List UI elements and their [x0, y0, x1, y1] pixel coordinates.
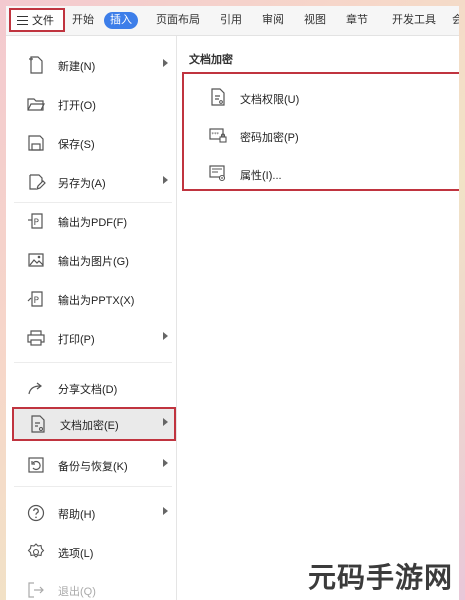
menu-item-label: 输出为PDF(F): [58, 217, 128, 229]
tab-developer[interactable]: 开发工具: [392, 12, 436, 29]
ribbon-tab-bar: 文件 开始 插入 页面布局 引用 审阅 视图 章节 开发工具 会: [6, 6, 459, 36]
menu-item-label: 帮助(H): [58, 509, 96, 521]
menu-item-new[interactable]: 新建(N): [6, 48, 176, 82]
folder-open-icon: [27, 98, 45, 111]
document-encrypt-icon: [31, 415, 45, 433]
save-icon: [28, 135, 44, 151]
settings-icon: [27, 543, 45, 558]
svg-text:***: ***: [212, 132, 220, 138]
print-icon: [27, 330, 45, 346]
tab-page-layout[interactable]: 页面布局: [156, 12, 200, 29]
menu-divider: [14, 202, 172, 203]
menu-item-label: 打开(O): [58, 100, 96, 112]
tab-chapter[interactable]: 章节: [346, 12, 368, 29]
menu-item-label: 输出为图片(G): [58, 256, 129, 268]
tab-insert[interactable]: 插入: [104, 12, 138, 29]
share-icon: [28, 382, 42, 395]
svg-text:P: P: [34, 218, 40, 228]
file-menu-button[interactable]: 文件: [9, 8, 65, 32]
menu-item-label: 分享文档(D): [58, 384, 118, 396]
properties-icon: [209, 165, 226, 182]
save-as-icon: [29, 174, 46, 190]
chevron-right-icon: [163, 332, 168, 340]
menu-item-save-as[interactable]: 另存为(A): [6, 165, 176, 199]
export-pptx-icon: P: [27, 291, 43, 307]
menu-item-backup-restore[interactable]: 备份与恢复(K): [6, 448, 176, 482]
menu-item-options[interactable]: 选项(L): [6, 535, 176, 569]
menu-item-label: 文档加密(E): [60, 420, 119, 432]
menu-item-label: 打印(P): [58, 334, 95, 346]
submenu-item-properties[interactable]: 属性(I)...: [184, 154, 459, 192]
chevron-right-icon: [163, 59, 168, 67]
menu-item-label: 输出为PPTX(X): [58, 295, 135, 307]
document-permission-icon: [211, 88, 225, 106]
app-window: 文件 开始 插入 页面布局 引用 审阅 视图 章节 开发工具 会 新建(N) 打…: [6, 6, 459, 600]
menu-item-label: 备份与恢复(K): [58, 461, 128, 473]
menu-item-print[interactable]: 打印(P): [6, 321, 176, 355]
submenu-item-password-encrypt[interactable]: *** 密码加密(P): [184, 116, 459, 154]
file-menu: 新建(N) 打开(O) 保存(S) 另存为(A) P 输出为PDF(F) 输出为…: [6, 36, 177, 600]
submenu-item-label: 文档权限(U): [240, 94, 300, 106]
export-pdf-icon: P: [28, 213, 43, 229]
chevron-right-icon: [163, 418, 168, 426]
document-encrypt-submenu: 文档权限(U) *** 密码加密(P) 属性(I)...: [182, 72, 459, 191]
export-image-icon: [28, 253, 44, 267]
menu-item-label: 新建(N): [58, 61, 96, 73]
chevron-right-icon: [163, 176, 168, 184]
menu-item-export-pptx[interactable]: P 输出为PPTX(X): [6, 282, 176, 316]
new-document-icon: [29, 56, 43, 74]
tab-home[interactable]: 开始: [72, 12, 94, 29]
menu-divider: [14, 362, 172, 363]
password-lock-icon: ***: [209, 128, 227, 143]
menu-item-export-pdf[interactable]: P 输出为PDF(F): [6, 204, 176, 238]
menu-item-exit[interactable]: 退出(Q): [6, 573, 176, 600]
hamburger-icon: [17, 15, 28, 25]
menu-item-help[interactable]: 帮助(H): [6, 496, 176, 530]
tab-view[interactable]: 视图: [304, 12, 326, 29]
submenu-item-label: 属性(I)...: [240, 170, 282, 182]
menu-item-label: 退出(Q): [58, 586, 96, 598]
backup-restore-icon: [28, 457, 44, 473]
menu-divider: [14, 486, 172, 487]
menu-item-save[interactable]: 保存(S): [6, 126, 176, 160]
menu-item-label: 保存(S): [58, 139, 95, 151]
submenu-item-label: 密码加密(P): [240, 132, 299, 144]
menu-item-label: 选项(L): [58, 548, 94, 560]
help-icon: [27, 504, 45, 522]
file-menu-label: 文件: [32, 15, 54, 27]
menu-item-export-image[interactable]: 输出为图片(G): [6, 243, 176, 277]
chevron-right-icon: [163, 507, 168, 515]
submenu-item-document-permission[interactable]: 文档权限(U): [184, 78, 459, 116]
menu-item-label: 另存为(A): [58, 178, 106, 190]
chevron-right-icon: [163, 459, 168, 467]
menu-item-share[interactable]: 分享文档(D): [6, 371, 176, 405]
tab-more[interactable]: 会: [452, 12, 459, 29]
submenu-title: 文档加密: [189, 54, 233, 66]
exit-icon: [28, 582, 44, 598]
svg-text:P: P: [34, 296, 40, 306]
tab-review[interactable]: 审阅: [262, 12, 284, 29]
tab-references[interactable]: 引用: [220, 12, 242, 29]
menu-item-document-encrypt[interactable]: 文档加密(E): [12, 407, 176, 441]
site-watermark: 元码手游网: [307, 561, 453, 594]
menu-item-open[interactable]: 打开(O): [6, 87, 176, 121]
